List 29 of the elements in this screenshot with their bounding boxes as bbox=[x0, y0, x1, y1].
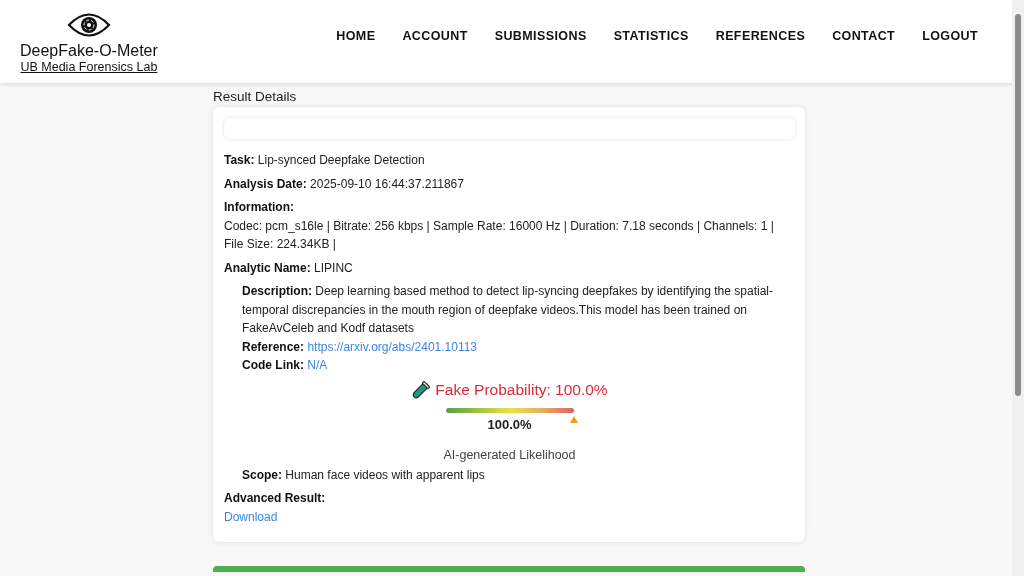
nav-link[interactable]: CONTACT bbox=[832, 29, 896, 43]
scope-text: Scope: Human face videos with apparent lips bbox=[241, 466, 486, 484]
nav-link[interactable]: STATISTICS bbox=[613, 29, 689, 43]
nav-link[interactable]: REFERENCES bbox=[715, 29, 806, 43]
nav-link[interactable]: SUBMISSIONS bbox=[494, 29, 587, 43]
download-link[interactable]: Download bbox=[224, 509, 278, 524]
nav-link[interactable]: ACCOUNT bbox=[402, 29, 468, 43]
fake-probability-heading: Fake Probability: 100.0% bbox=[435, 381, 608, 399]
page-title: Result Details bbox=[213, 89, 298, 106]
lab-link[interactable]: UB Media Forensics Lab bbox=[20, 60, 158, 74]
gauge-caption: AI-generated Likelihood bbox=[443, 447, 576, 462]
scrollbar-thumb[interactable] bbox=[1015, 14, 1021, 396]
detail-line: Analytic Name: LIPINC bbox=[224, 259, 354, 277]
nav-link[interactable]: LOGOUT bbox=[922, 29, 978, 43]
section-label: Information: bbox=[224, 199, 295, 216]
action-bar[interactable] bbox=[213, 566, 805, 572]
description-text: Description: Deep learning based method to detect lip-syncing deepfakes by identifying the spatial-temporal discrepancies in the mouth region of deepfake videos.This model has been trained on FakeAvCeleb and Kodf datasets bbox=[241, 283, 774, 337]
nav-link[interactable]: HOME bbox=[336, 29, 376, 43]
probability-reading: 100.0% bbox=[487, 416, 532, 432]
eye-logo-icon bbox=[66, 10, 111, 40]
site-title: DeepFake-O-Meter bbox=[20, 42, 158, 60]
detail-line: Task: Lip-synced Deepfake Detection bbox=[224, 152, 426, 169]
detail-line: Analysis Date: 2025-09-10 16:44:37.211867 bbox=[224, 175, 465, 193]
field-label: Reference: bbox=[242, 339, 305, 354]
reference-link[interactable]: https://arxiv.org/abs/2401.10113 bbox=[307, 339, 478, 354]
media-info-text: Codec: pcm_s16le | Bitrate: 256 kbps | Sample Rate: 16000 Hz | Duration: 7.18 seconds | Channels: 1 | File Size: 224.34KB | bbox=[224, 217, 775, 253]
section-label: Advanced Result: bbox=[224, 490, 327, 507]
reference-link[interactable]: N/A bbox=[307, 358, 328, 372]
field-label: Code Link: bbox=[242, 358, 304, 372]
